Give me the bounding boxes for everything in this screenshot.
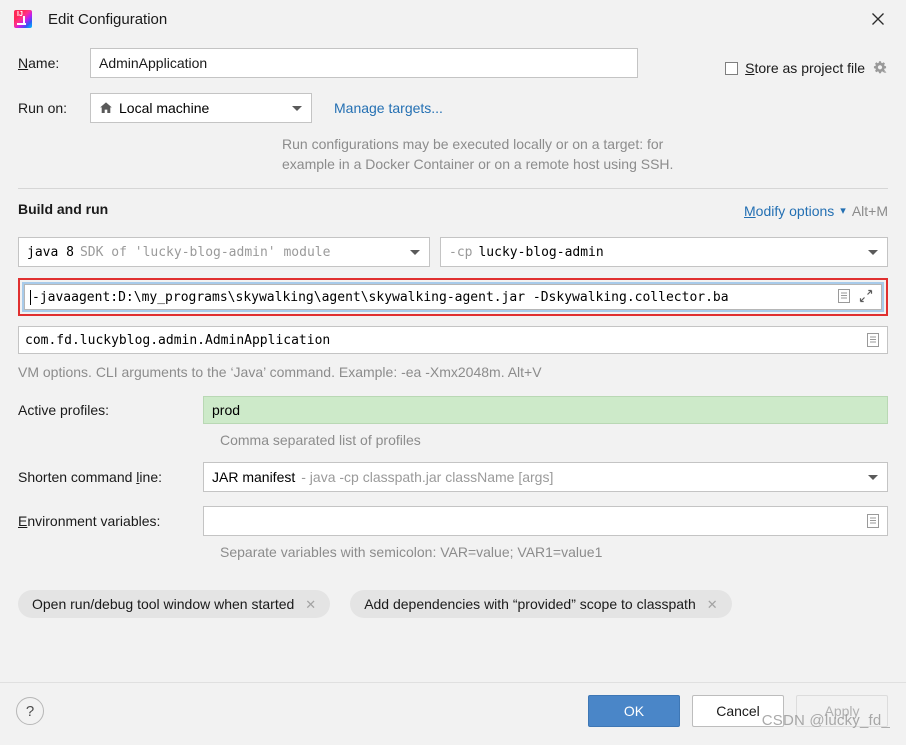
help-button[interactable]: ? [16,697,44,725]
environment-variables-input[interactable] [203,506,888,536]
shorten-command-line-label: Shorten command line: [18,469,162,485]
document-icon[interactable] [837,288,851,307]
dialog-footer: ? OK Cancel Apply CSDN @lucky_fd_ [0,682,906,745]
text-caret [30,289,31,305]
close-icon[interactable]: ✕ [707,598,718,611]
run-on-value: Local machine [119,100,210,116]
dialog-content: Name: AdminApplication Store as project … [0,48,906,618]
classpath-secondary: lucky-blog-admin [478,244,604,260]
modify-options-link[interactable]: Modify options [744,203,834,219]
modify-options-group: Modify options ▾ Alt+M [744,203,888,219]
vm-options-hint: VM options. CLI arguments to the ‘Java’ … [18,364,542,380]
vm-options-focus-ring: -javaagent:D:\my_programs\skywalking\age… [22,282,884,312]
store-as-project-file-label[interactable]: Store as project file [745,60,865,76]
expand-icon[interactable] [859,289,873,306]
environment-variables-hint: Separate variables with semicolon: VAR=v… [220,544,603,560]
option-tag-label: Add dependencies with “provided” scope t… [364,596,696,612]
run-on-hint-line2: example in a Docker Container or on a re… [282,156,674,172]
store-as-project-file-checkbox[interactable] [725,61,739,75]
main-class-value: com.fd.luckyblog.admin.AdminApplication [25,332,331,348]
option-tag-label: Open run/debug tool window when started [32,596,295,612]
active-profiles-input[interactable]: prod [203,396,888,424]
store-as-project-file-group: Store as project file [725,60,888,76]
run-on-hint-line1: Run configurations may be executed local… [282,136,664,152]
home-icon [99,101,113,115]
shorten-command-line-row: Shorten command line: JAR manifest - jav… [18,462,888,492]
shorten-command-line-description: - java -cp classpath.jar className [args… [301,469,554,485]
environment-variables-label: Environment variables: [18,513,161,529]
option-tags-row: Open run/debug tool window when started … [18,590,888,618]
close-icon[interactable]: ✕ [305,598,316,611]
chevron-down-icon [292,106,302,111]
close-icon[interactable] [850,0,906,38]
active-profiles-row: Active profiles: prod [18,396,888,424]
manage-targets-link[interactable]: Manage targets... [334,100,443,116]
modify-options-shortcut: Alt+M [851,203,888,219]
intellij-idea-icon: IJ [14,10,32,28]
active-profiles-hint: Comma separated list of profiles [220,432,421,448]
gear-icon[interactable] [872,60,888,76]
option-tag[interactable]: Add dependencies with “provided” scope t… [350,590,732,618]
build-combos-row: java 8 SDK of 'lucky-blog-admin' module … [18,237,888,267]
vm-options-buttons [833,287,881,307]
cancel-button[interactable]: Cancel [692,695,784,727]
shorten-command-line-dropdown[interactable]: JAR manifest - java -cp classpath.jar cl… [203,462,888,492]
chevron-down-icon[interactable]: ▾ [840,204,846,218]
vm-options-value: -javaagent:D:\my_programs\skywalking\age… [32,289,729,305]
run-on-row: Run on: Local machine Manage targets... [18,92,888,124]
dialog-buttons: OK Cancel Apply [588,695,888,727]
apply-button: Apply [796,695,888,727]
window-title: Edit Configuration [48,10,168,28]
build-and-run-header: Build and run Modify options ▾ Alt+M [18,201,888,225]
classpath-primary: -cp [449,244,473,260]
main-class-input[interactable]: com.fd.luckyblog.admin.AdminApplication [18,326,888,354]
name-input[interactable]: AdminApplication [90,48,638,78]
shorten-command-line-value: JAR manifest [212,469,296,485]
run-on-dropdown[interactable]: Local machine [90,93,312,123]
document-icon[interactable] [866,513,880,532]
build-and-run-title: Build and run [18,201,109,217]
chevron-down-icon [868,475,878,480]
document-icon[interactable] [866,332,880,351]
option-tag[interactable]: Open run/debug tool window when started … [18,590,331,618]
active-profiles-value: prod [212,402,241,418]
ok-button[interactable]: OK [588,695,680,727]
chevron-down-icon [410,250,420,255]
environment-variables-row: Environment variables: [18,506,888,536]
vm-options-highlight: -javaagent:D:\my_programs\skywalking\age… [18,278,888,316]
name-input-value: AdminApplication [99,55,208,71]
chevron-down-icon [868,250,878,255]
active-profiles-label: Active profiles: [18,402,110,418]
jre-secondary: SDK of 'lucky-blog-admin' module [79,244,331,260]
run-on-hint: Run configurations may be executed local… [282,134,888,174]
section-divider [18,188,888,189]
run-on-label: Run on: [18,100,68,116]
jre-dropdown[interactable]: java 8 SDK of 'lucky-blog-admin' module [18,237,430,267]
name-label: Name: [18,55,60,71]
classpath-dropdown[interactable]: -cp lucky-blog-admin [440,237,888,267]
window-titlebar: IJ Edit Configuration [0,0,906,38]
jre-primary: java 8 [27,244,74,260]
vm-options-input[interactable]: -javaagent:D:\my_programs\skywalking\age… [24,284,882,310]
